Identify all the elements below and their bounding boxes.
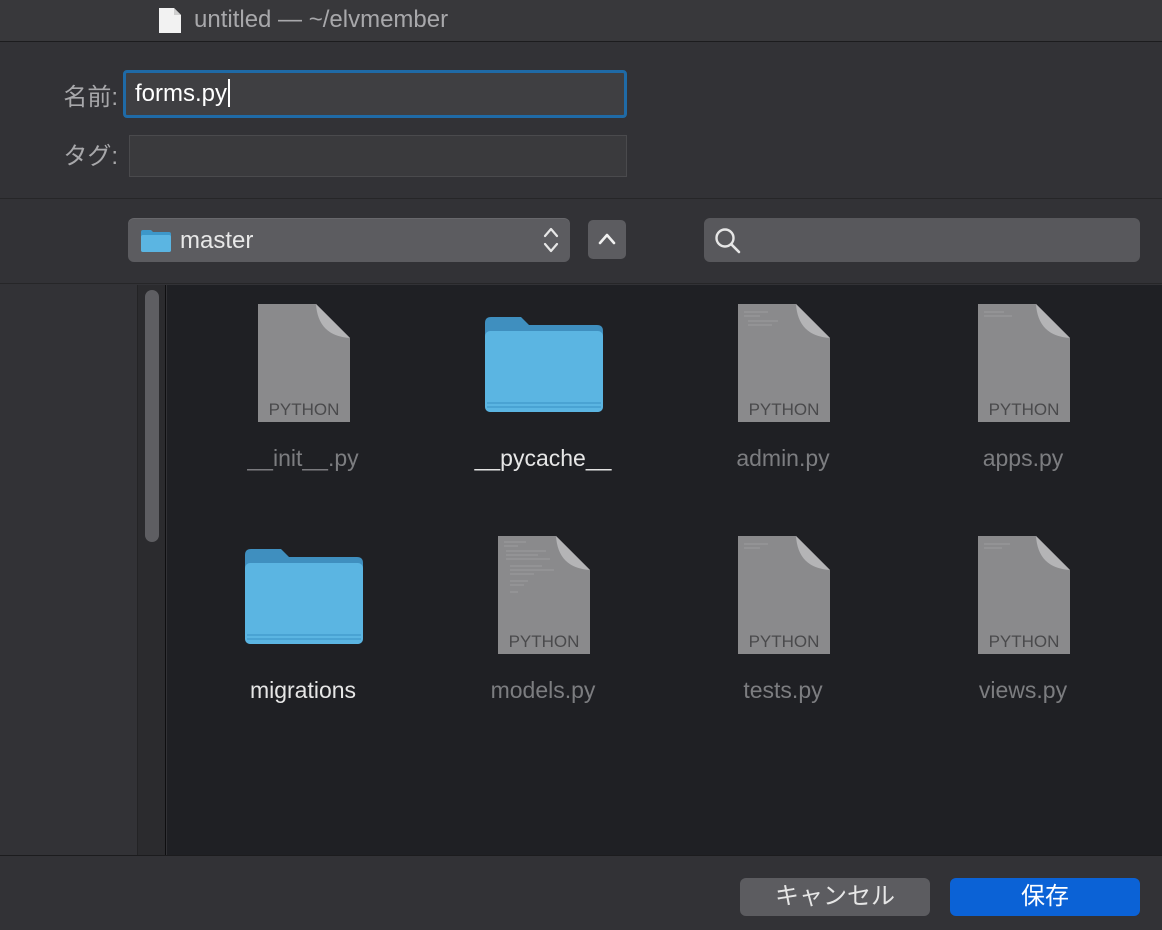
tags-field[interactable] (129, 135, 627, 177)
document-icon (159, 8, 181, 33)
name-label: 名前: (63, 84, 118, 111)
file-name-views: views.py (978, 677, 1068, 703)
python-badge: PYTHON (509, 632, 580, 651)
save-button[interactable]: 保存 (950, 878, 1140, 916)
python-badge: PYTHON (269, 400, 340, 419)
parent-folder-button[interactable] (588, 220, 626, 259)
python-badge: PYTHON (749, 632, 820, 651)
scrollbar-thumb[interactable] (145, 290, 159, 542)
file-name-pycache: __pycache__ (474, 445, 612, 471)
python-badge: PYTHON (989, 400, 1060, 419)
file-name-init: __init__.py (247, 445, 359, 471)
python-badge: PYTHON (989, 632, 1060, 651)
file-name-models: models.py (490, 677, 596, 703)
chevron-up-icon (598, 233, 616, 245)
name-field[interactable]: forms.py (123, 70, 627, 118)
name-field-value: forms.py (135, 80, 228, 107)
file-name-migrations: migrations (249, 677, 357, 703)
chevron-updown-icon (543, 227, 559, 253)
file-name-apps: apps.py (982, 445, 1064, 471)
window-title: untitled — ~/elvmember (194, 6, 449, 33)
file-name-admin: admin.py (736, 445, 830, 471)
python-badge: PYTHON (749, 400, 820, 419)
text-caret (228, 78, 231, 107)
folder-icon (141, 230, 171, 252)
tags-label: タグ: (63, 143, 118, 170)
search-input[interactable] (704, 218, 1140, 262)
location-label: master (180, 227, 254, 254)
cancel-button[interactable]: キャンセル (740, 878, 930, 916)
search-icon (715, 228, 741, 254)
sidebar (0, 285, 137, 855)
file-name-tests: tests.py (743, 677, 823, 703)
